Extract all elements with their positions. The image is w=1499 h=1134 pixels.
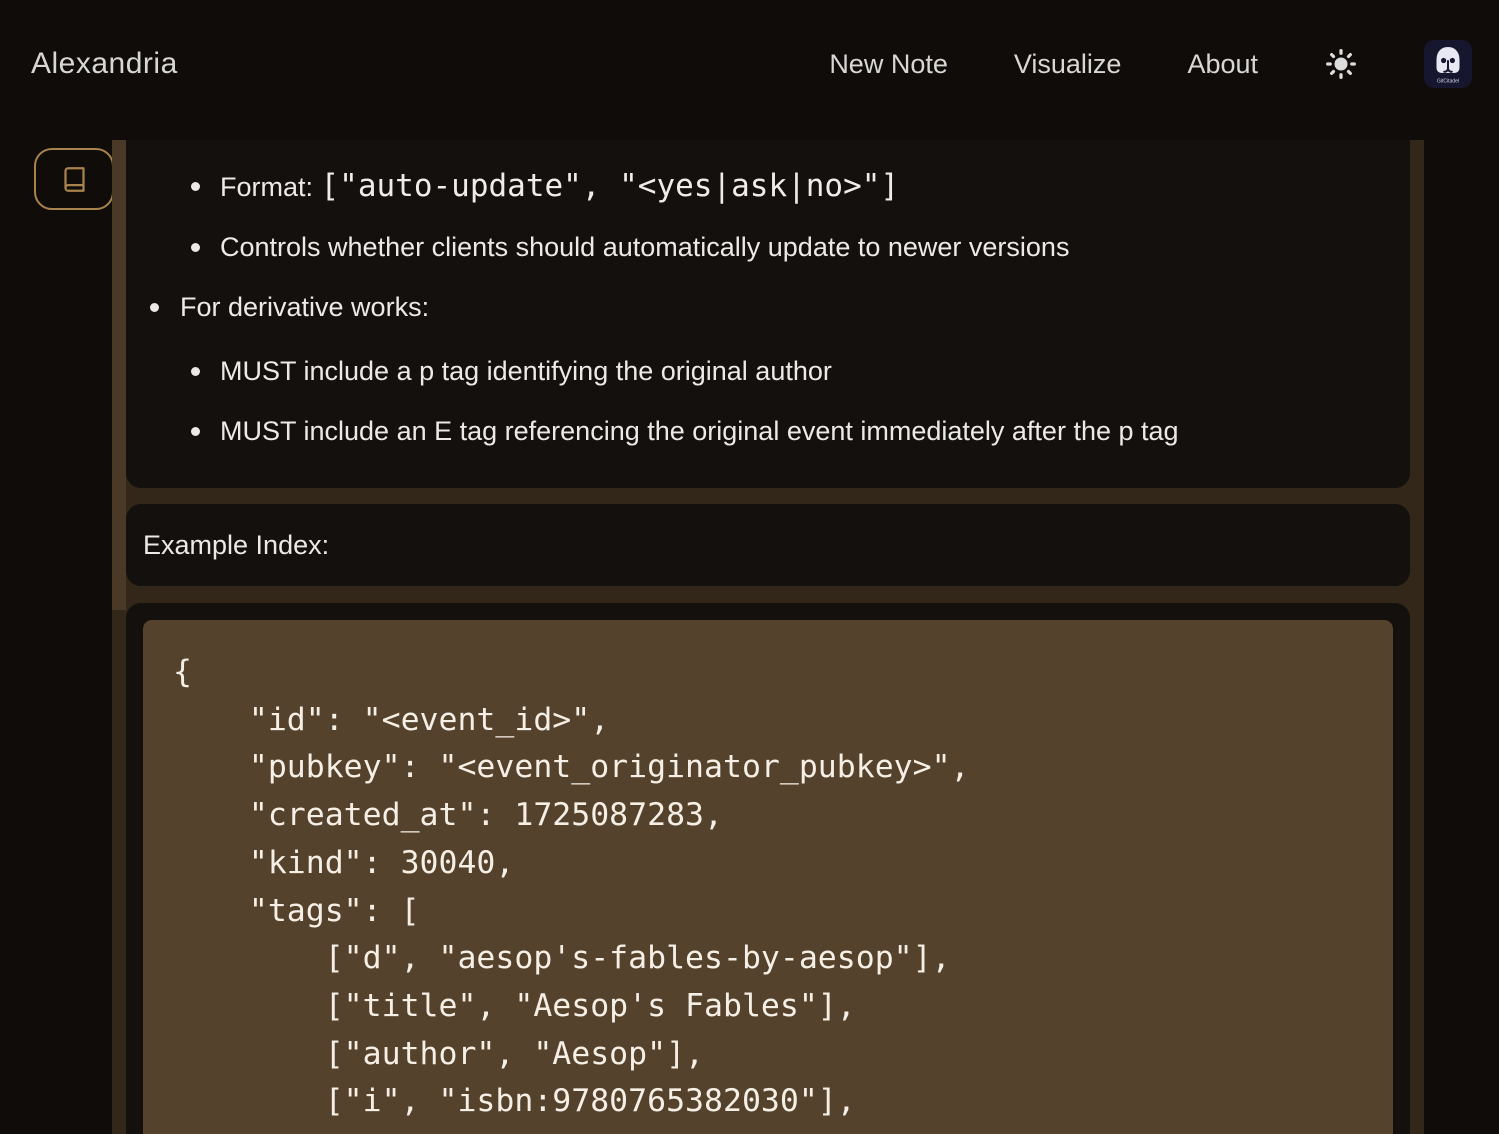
list-item: Format: ["auto-update", "<yes|ask|no>"] — [126, 167, 1390, 207]
book-icon — [61, 166, 88, 193]
example-index-label: Example Index: — [143, 530, 329, 561]
list-item: For derivative works: — [126, 288, 1390, 327]
list-item: MUST include a p tag identifying the ori… — [126, 352, 1390, 391]
list-item: Controls whether clients should automati… — [126, 228, 1390, 267]
bullet-dot — [191, 182, 200, 191]
list-item-text: MUST include a p tag identifying the ori… — [220, 352, 832, 391]
code-card: { "id": "<event_id>", "pubkey": "<event_… — [126, 603, 1410, 1134]
toc-button[interactable] — [34, 148, 114, 210]
brand-title[interactable]: Alexandria — [31, 47, 178, 81]
nav-about[interactable]: About — [1187, 49, 1258, 80]
svg-text:GitCitadel: GitCitadel — [1437, 79, 1459, 85]
theme-toggle-button[interactable] — [1324, 47, 1358, 81]
doc-requirements-card: Format: ["auto-update", "<yes|ask|no>"] C… — [126, 140, 1410, 488]
list-item-text: For derivative works: — [180, 288, 429, 327]
bullet-dot — [191, 243, 200, 252]
inline-code: ["auto-update", "<yes|ask|no>"] — [321, 168, 900, 204]
list-item-text: MUST include an E tag referencing the or… — [220, 412, 1179, 451]
bullet-dot — [191, 367, 200, 376]
nav-new-note[interactable]: New Note — [829, 49, 948, 80]
list-item-text: Controls whether clients should automati… — [220, 228, 1069, 267]
code-block: { "id": "<event_id>", "pubkey": "<event_… — [143, 620, 1393, 1134]
sun-icon — [1324, 47, 1358, 81]
list-item: MUST include an E tag referencing the or… — [126, 412, 1390, 451]
bullet-dot — [150, 303, 159, 312]
scrollbar-thumb[interactable] — [112, 140, 126, 610]
bullet-dot — [191, 427, 200, 436]
content-panel: Format: ["auto-update", "<yes|ask|no>"] C… — [112, 140, 1424, 1134]
gitcitadel-logo-icon: GitCitadel — [1424, 40, 1472, 88]
example-index-card: Example Index: — [126, 504, 1410, 586]
list-item-text: Format: ["auto-update", "<yes|ask|no>"] — [220, 167, 899, 207]
requirements-list: Format: ["auto-update", "<yes|ask|no>"] C… — [126, 167, 1390, 451]
nav-visualize[interactable]: Visualize — [1014, 49, 1122, 80]
app-header: Alexandria New Note Visualize About — [0, 0, 1499, 128]
main-nav: New Note Visualize About — [829, 40, 1472, 88]
gitcitadel-logo[interactable]: GitCitadel — [1424, 40, 1472, 88]
